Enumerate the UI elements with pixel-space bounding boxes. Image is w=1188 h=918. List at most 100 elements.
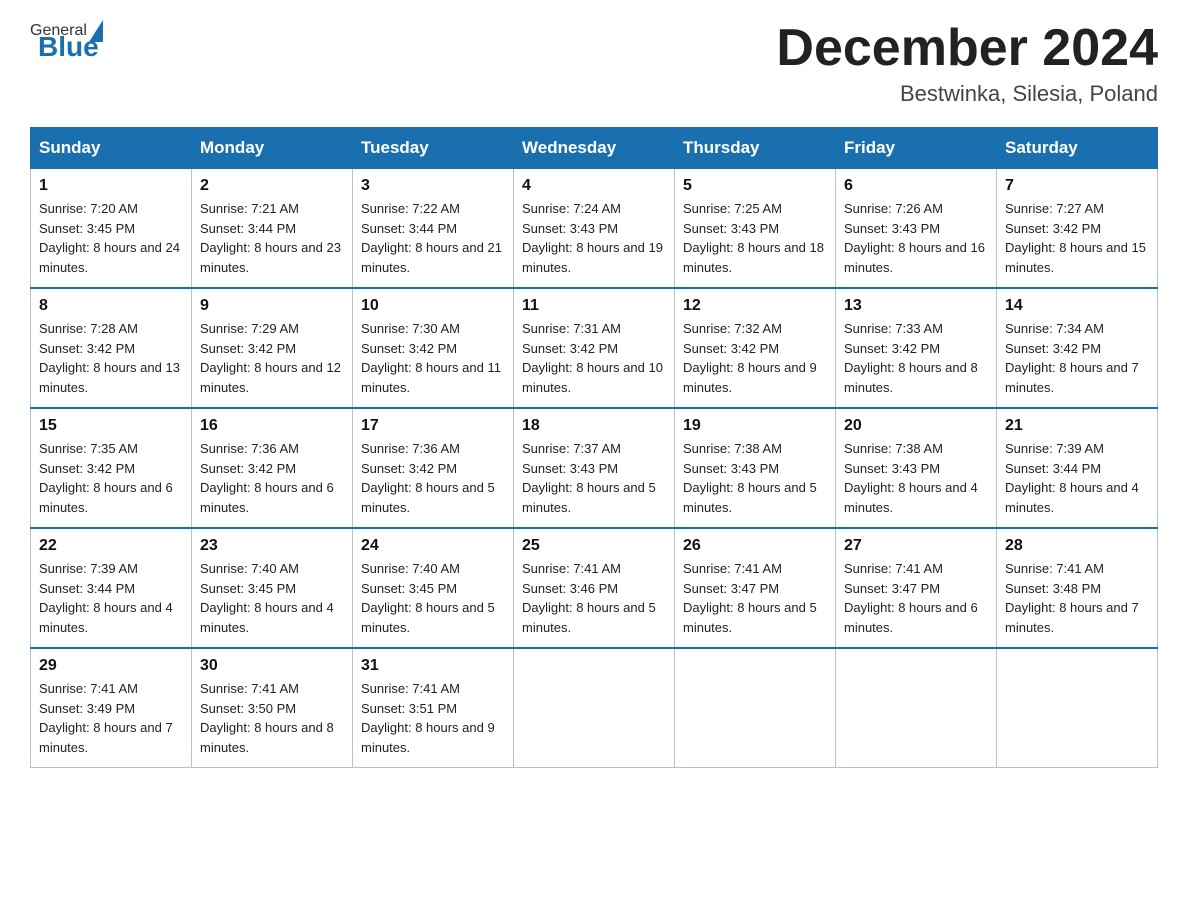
day-number: 6: [844, 177, 988, 195]
day-info: Sunrise: 7:38 AMSunset: 3:43 PMDaylight:…: [683, 439, 827, 517]
day-number: 13: [844, 297, 988, 315]
table-row: 22 Sunrise: 7:39 AMSunset: 3:44 PMDayligh…: [31, 528, 192, 648]
table-row: 13 Sunrise: 7:33 AMSunset: 3:42 PMDayligh…: [836, 288, 997, 408]
day-info: Sunrise: 7:41 AMSunset: 3:51 PMDaylight:…: [361, 679, 505, 757]
table-row: 3Sunrise: 7:22 AMSunset: 3:44 PMDaylight…: [353, 169, 514, 289]
table-row: 11Sunrise: 7:31 AMSunset: 3:42 PMDayligh…: [514, 288, 675, 408]
day-number: 20: [844, 417, 988, 435]
day-info: Sunrise: 7:41 AMSunset: 3:50 PMDaylight:…: [200, 679, 344, 757]
table-row: 20 Sunrise: 7:38 AMSunset: 3:43 PMDayligh…: [836, 408, 997, 528]
day-number: 30: [200, 657, 344, 675]
day-info: Sunrise: 7:28 AMSunset: 3:42 PMDaylight:…: [39, 319, 183, 397]
table-row: 2Sunrise: 7:21 AMSunset: 3:44 PMDaylight…: [192, 169, 353, 289]
day-number: 1: [39, 177, 183, 195]
table-row: 7 Sunrise: 7:27 AMSunset: 3:42 PMDaylight…: [997, 169, 1158, 289]
logo-blue-text: Blue: [34, 31, 99, 63]
calendar-title: December 2024: [776, 20, 1158, 77]
day-number: 29: [39, 657, 183, 675]
day-info: Sunrise: 7:22 AMSunset: 3:44 PMDaylight:…: [361, 199, 505, 277]
table-row: 15 Sunrise: 7:35 AMSunset: 3:42 PMDayligh…: [31, 408, 192, 528]
table-row: 6Sunrise: 7:26 AMSunset: 3:43 PMDaylight…: [836, 169, 997, 289]
day-info: Sunrise: 7:33 AMSunset: 3:42 PMDaylight:…: [844, 319, 988, 397]
day-number: 27: [844, 537, 988, 555]
day-number: 16: [200, 417, 344, 435]
day-info: Sunrise: 7:41 AMSunset: 3:49 PMDaylight:…: [39, 679, 183, 757]
day-info: Sunrise: 7:37 AMSunset: 3:43 PMDaylight:…: [522, 439, 666, 517]
day-number: 28: [1005, 537, 1149, 555]
day-info: Sunrise: 7:36 AMSunset: 3:42 PMDaylight:…: [361, 439, 505, 517]
table-row: 8 Sunrise: 7:28 AMSunset: 3:42 PMDaylight…: [31, 288, 192, 408]
day-number: 15: [39, 417, 183, 435]
day-info: Sunrise: 7:41 AMSunset: 3:46 PMDaylight:…: [522, 559, 666, 637]
table-row: 24Sunrise: 7:40 AMSunset: 3:45 PMDayligh…: [353, 528, 514, 648]
table-row: 5 Sunrise: 7:25 AMSunset: 3:43 PMDaylight…: [675, 169, 836, 289]
day-number: 2: [200, 177, 344, 195]
col-thursday: Thursday: [675, 128, 836, 169]
table-row: 27 Sunrise: 7:41 AMSunset: 3:47 PMDayligh…: [836, 528, 997, 648]
table-row: 21 Sunrise: 7:39 AMSunset: 3:44 PMDayligh…: [997, 408, 1158, 528]
col-wednesday: Wednesday: [514, 128, 675, 169]
day-number: 5: [683, 177, 827, 195]
table-row: 12Sunrise: 7:32 AMSunset: 3:42 PMDayligh…: [675, 288, 836, 408]
day-info: Sunrise: 7:41 AMSunset: 3:48 PMDaylight:…: [1005, 559, 1149, 637]
table-row: 31Sunrise: 7:41 AMSunset: 3:51 PMDayligh…: [353, 648, 514, 768]
day-number: 8: [39, 297, 183, 315]
table-row: 29 Sunrise: 7:41 AMSunset: 3:49 PMDayligh…: [31, 648, 192, 768]
day-info: Sunrise: 7:29 AMSunset: 3:42 PMDaylight:…: [200, 319, 344, 397]
calendar-week-row: 29 Sunrise: 7:41 AMSunset: 3:49 PMDayligh…: [31, 648, 1158, 768]
day-info: Sunrise: 7:41 AMSunset: 3:47 PMDaylight:…: [683, 559, 827, 637]
table-row: [514, 648, 675, 768]
day-info: Sunrise: 7:39 AMSunset: 3:44 PMDaylight:…: [1005, 439, 1149, 517]
col-saturday: Saturday: [997, 128, 1158, 169]
day-info: Sunrise: 7:40 AMSunset: 3:45 PMDaylight:…: [200, 559, 344, 637]
table-row: 19 Sunrise: 7:38 AMSunset: 3:43 PMDayligh…: [675, 408, 836, 528]
table-row: 16 Sunrise: 7:36 AMSunset: 3:42 PMDayligh…: [192, 408, 353, 528]
day-info: Sunrise: 7:20 AMSunset: 3:45 PMDaylight:…: [39, 199, 183, 277]
day-info: Sunrise: 7:31 AMSunset: 3:42 PMDaylight:…: [522, 319, 666, 397]
day-info: Sunrise: 7:27 AMSunset: 3:42 PMDaylight:…: [1005, 199, 1149, 277]
col-tuesday: Tuesday: [353, 128, 514, 169]
day-info: Sunrise: 7:30 AMSunset: 3:42 PMDaylight:…: [361, 319, 505, 397]
calendar-week-row: 1 Sunrise: 7:20 AMSunset: 3:45 PMDaylight…: [31, 169, 1158, 289]
table-row: 25 Sunrise: 7:41 AMSunset: 3:46 PMDayligh…: [514, 528, 675, 648]
day-number: 7: [1005, 177, 1149, 195]
col-monday: Monday: [192, 128, 353, 169]
day-number: 12: [683, 297, 827, 315]
title-block: December 2024 Bestwinka, Silesia, Poland: [776, 20, 1158, 107]
table-row: 14 Sunrise: 7:34 AMSunset: 3:42 PMDayligh…: [997, 288, 1158, 408]
calendar-header-row: Sunday Monday Tuesday Wednesday Thursday…: [31, 128, 1158, 169]
day-info: Sunrise: 7:38 AMSunset: 3:43 PMDaylight:…: [844, 439, 988, 517]
day-number: 9: [200, 297, 344, 315]
calendar-week-row: 22 Sunrise: 7:39 AMSunset: 3:44 PMDayligh…: [31, 528, 1158, 648]
table-row: 26 Sunrise: 7:41 AMSunset: 3:47 PMDayligh…: [675, 528, 836, 648]
day-info: Sunrise: 7:35 AMSunset: 3:42 PMDaylight:…: [39, 439, 183, 517]
calendar-week-row: 8 Sunrise: 7:28 AMSunset: 3:42 PMDaylight…: [31, 288, 1158, 408]
calendar-table: Sunday Monday Tuesday Wednesday Thursday…: [30, 127, 1158, 768]
day-number: 14: [1005, 297, 1149, 315]
table-row: [836, 648, 997, 768]
day-number: 24: [361, 537, 505, 555]
day-info: Sunrise: 7:34 AMSunset: 3:42 PMDaylight:…: [1005, 319, 1149, 397]
day-number: 22: [39, 537, 183, 555]
table-row: 1 Sunrise: 7:20 AMSunset: 3:45 PMDaylight…: [31, 169, 192, 289]
day-number: 26: [683, 537, 827, 555]
table-row: 28 Sunrise: 7:41 AMSunset: 3:48 PMDayligh…: [997, 528, 1158, 648]
day-number: 4: [522, 177, 666, 195]
day-info: Sunrise: 7:36 AMSunset: 3:42 PMDaylight:…: [200, 439, 344, 517]
table-row: 4 Sunrise: 7:24 AMSunset: 3:43 PMDaylight…: [514, 169, 675, 289]
day-number: 25: [522, 537, 666, 555]
logo: General Blue: [30, 20, 105, 63]
day-number: 21: [1005, 417, 1149, 435]
col-friday: Friday: [836, 128, 997, 169]
day-info: Sunrise: 7:39 AMSunset: 3:44 PMDaylight:…: [39, 559, 183, 637]
day-info: Sunrise: 7:41 AMSunset: 3:47 PMDaylight:…: [844, 559, 988, 637]
day-number: 23: [200, 537, 344, 555]
table-row: 18 Sunrise: 7:37 AMSunset: 3:43 PMDayligh…: [514, 408, 675, 528]
day-info: Sunrise: 7:25 AMSunset: 3:43 PMDaylight:…: [683, 199, 827, 277]
day-info: Sunrise: 7:24 AMSunset: 3:43 PMDaylight:…: [522, 199, 666, 277]
day-number: 19: [683, 417, 827, 435]
calendar-location: Bestwinka, Silesia, Poland: [776, 81, 1158, 107]
table-row: 23 Sunrise: 7:40 AMSunset: 3:45 PMDayligh…: [192, 528, 353, 648]
day-number: 18: [522, 417, 666, 435]
table-row: 17Sunrise: 7:36 AMSunset: 3:42 PMDayligh…: [353, 408, 514, 528]
